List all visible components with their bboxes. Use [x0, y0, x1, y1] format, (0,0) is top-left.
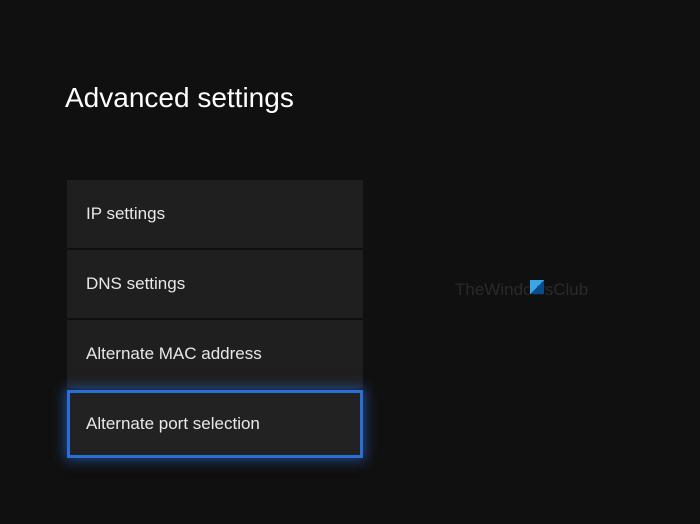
- menu-item-dns-settings[interactable]: DNS settings: [67, 250, 363, 318]
- menu-item-alternate-mac-address[interactable]: Alternate MAC address: [67, 320, 363, 388]
- watermark-icon: [530, 280, 544, 294]
- watermark-text: TheWindowsClub: [455, 280, 588, 300]
- menu-item-label: DNS settings: [86, 274, 185, 294]
- settings-menu-list: IP settings DNS settings Alternate MAC a…: [67, 180, 363, 460]
- menu-item-label: Alternate port selection: [86, 414, 260, 434]
- menu-item-ip-settings[interactable]: IP settings: [67, 180, 363, 248]
- menu-item-alternate-port-selection[interactable]: Alternate port selection: [67, 390, 363, 458]
- page-title: Advanced settings: [65, 82, 294, 114]
- menu-item-label: Alternate MAC address: [86, 344, 262, 364]
- menu-item-label: IP settings: [86, 204, 165, 224]
